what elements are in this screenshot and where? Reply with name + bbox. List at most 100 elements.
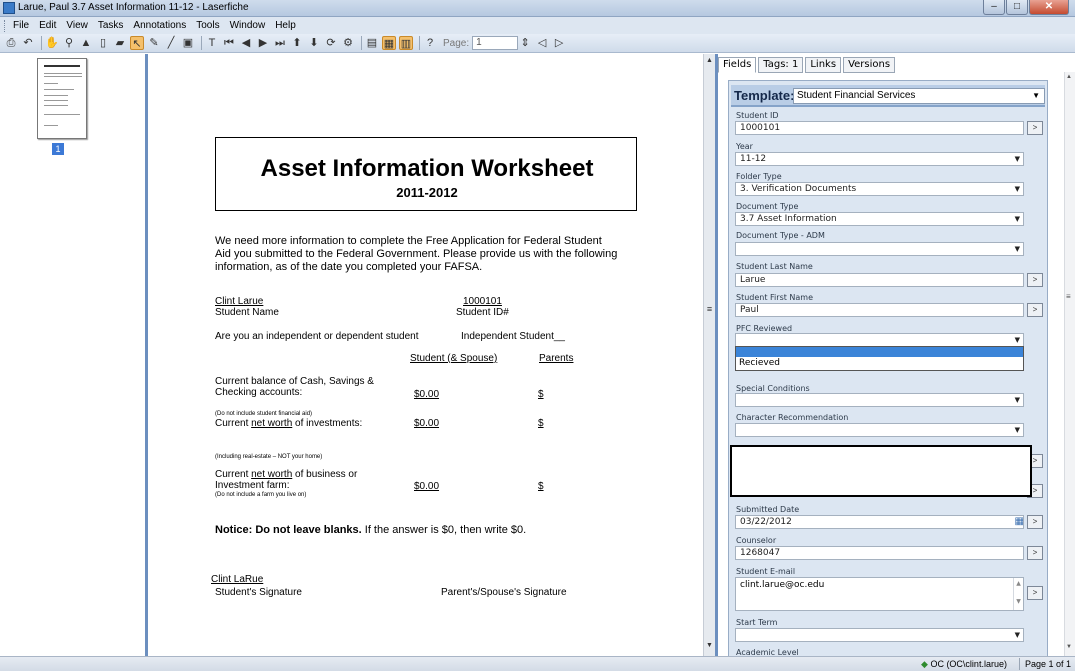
thumbnail-page-number: 1 (52, 143, 64, 155)
column-student: Student (& Spouse) (410, 353, 498, 364)
special-conditions-select[interactable]: ▼ (735, 393, 1024, 407)
start-term-select[interactable]: ▼ (735, 628, 1024, 642)
pfc-reviewed-select[interactable]: ▼ (735, 333, 1024, 347)
character-recommendation-select[interactable]: ▼ (735, 423, 1024, 437)
student-email-textarea[interactable]: clint.larue@oc.edu ▲ ▼ (735, 577, 1024, 611)
help-icon[interactable]: ? (423, 36, 437, 50)
template-header: Template: Student Financial Services ▼ (731, 85, 1045, 107)
tab-tags[interactable]: Tags: 1 (758, 57, 804, 73)
menu-grip (4, 19, 7, 32)
student-email-browse-button[interactable]: > (1027, 586, 1043, 600)
intro-line-2: Aid you submitted to the Federal Governm… (215, 248, 618, 260)
refresh-icon[interactable]: ⟳ (324, 36, 338, 50)
tab-versions[interactable]: Versions (843, 57, 896, 73)
text-tool-icon[interactable]: T (205, 36, 219, 50)
forward-icon[interactable]: ▷ (552, 36, 566, 50)
document-title-box: Asset Information Worksheet 2011-2012 (215, 137, 637, 211)
hand-tool-icon[interactable]: ✋ (45, 36, 59, 50)
dropdown-option-recieved[interactable]: Recieved (736, 357, 1023, 369)
row3-note: (Do not include a farm you live on) (215, 492, 307, 498)
dropdown-option-blank[interactable] (736, 347, 1023, 357)
scroll-up-icon[interactable]: ▲ (1066, 74, 1072, 80)
panel-scrollbar[interactable]: ▲ ≡ ▼ (1064, 72, 1075, 656)
maximize-button[interactable]: □ (1006, 0, 1028, 15)
document-year: 2011-2012 (396, 185, 458, 200)
scroll-down-icon[interactable]: ▼ (704, 642, 715, 653)
search-icon[interactable]: ⚙ (341, 36, 355, 50)
page-number-input[interactable]: 1 (472, 36, 519, 50)
scroll-up-icon[interactable]: ▲ (704, 57, 715, 68)
page-spinner-icon[interactable]: ⇕ (518, 36, 532, 50)
pen-icon[interactable]: ╱ (164, 36, 178, 50)
year-select[interactable]: 11-12 ▼ (735, 152, 1024, 166)
document-scrollbar[interactable]: ▲ ≡ ▼ (703, 54, 715, 656)
submitted-date-input[interactable]: 03/22/2012 ▦ (735, 515, 1024, 529)
move-down-icon[interactable]: ⬇ (307, 36, 321, 50)
view-split-icon[interactable]: ▥ (399, 36, 413, 50)
scroll-down-icon[interactable]: ▼ (1066, 644, 1072, 650)
document-type-adm-select[interactable]: ▼ (735, 242, 1024, 256)
last-page-icon[interactable]: ⏭ (273, 36, 287, 50)
first-page-icon[interactable]: ⏮ (222, 36, 236, 50)
tab-links[interactable]: Links (805, 57, 842, 73)
page-thumbnail[interactable] (37, 58, 87, 139)
select-tool-icon[interactable]: ↖ (130, 36, 144, 50)
last-name-browse-button[interactable]: > (1027, 273, 1043, 287)
folder-type-select[interactable]: 3. Verification Documents ▼ (735, 182, 1024, 196)
connection-icon: ◆ (921, 659, 928, 669)
next-page-icon[interactable]: ▶ (256, 36, 270, 50)
field-label-pfc-reviewed: PFC Reviewed (736, 324, 793, 333)
email-scrollbar[interactable]: ▲ ▼ (1013, 578, 1023, 610)
view-image-icon[interactable]: ▦ (382, 36, 396, 50)
first-name-browse-button[interactable]: > (1027, 303, 1043, 317)
menu-tools[interactable]: Tools (196, 20, 219, 31)
stamp-icon[interactable]: ▲ (79, 36, 93, 50)
scroll-grip-icon[interactable]: ≡ (1066, 292, 1071, 301)
menu-tasks[interactable]: Tasks (98, 20, 124, 31)
highlight-icon[interactable]: ✎ (147, 36, 161, 50)
counselor-input[interactable]: 1268047 (735, 546, 1024, 560)
submitted-date-browse-button[interactable]: > (1027, 515, 1043, 529)
close-button[interactable]: ✕ (1029, 0, 1069, 15)
prev-page-icon[interactable]: ◀ (239, 36, 253, 50)
menu-edit[interactable]: Edit (39, 20, 56, 31)
view-text-icon[interactable]: ▤ (365, 36, 379, 50)
row3-note-top: (Including real-estate – NOT your home) (215, 454, 323, 460)
student-id-value: 1000101 (463, 296, 502, 307)
move-up-icon[interactable]: ⬆ (290, 36, 304, 50)
student-id-browse-button[interactable]: > (1027, 121, 1043, 135)
tab-fields[interactable]: Fields (718, 57, 757, 73)
menu-annotations[interactable]: Annotations (133, 20, 186, 31)
zoom-tool-icon[interactable]: ⚲ (62, 36, 76, 50)
row2-note: (Do not include student financial aid) (215, 411, 313, 417)
field-label-document-type: Document Type (736, 202, 799, 211)
row3-label-a: Current net worth of business or (215, 469, 358, 480)
row1-label-a: Current balance of Cash, Savings & (215, 376, 374, 387)
undo-icon[interactable]: ↶ (21, 36, 35, 50)
menu-file[interactable]: File (13, 20, 29, 31)
scroll-grip-icon[interactable]: ≡ (704, 304, 715, 315)
counselor-browse-button[interactable]: > (1027, 546, 1043, 560)
redact-icon[interactable]: ▣ (181, 36, 195, 50)
menu-help[interactable]: Help (275, 20, 296, 31)
last-name-input[interactable]: Larue (735, 273, 1024, 287)
calendar-icon[interactable]: ▦ (1015, 516, 1024, 528)
menu-view[interactable]: View (66, 20, 88, 31)
minimize-button[interactable]: – (983, 0, 1005, 15)
toolbar: ⎙ ↶ ✋ ⚲ ▲ ▯ ▰ ↖ ✎ ╱ ▣ T ⏮ ◀ ▶ ⏭ ⬆ ⬇ ⟳ ⚙ … (0, 34, 1075, 53)
back-icon[interactable]: ◁ (535, 36, 549, 50)
first-name-input[interactable]: Paul (735, 303, 1024, 317)
template-label: Template: (734, 88, 795, 103)
student-name-value: Clint Larue (215, 296, 264, 307)
document-type-select[interactable]: 3.7 Asset Information ▼ (735, 212, 1024, 226)
student-id-input[interactable]: 1000101 (735, 121, 1024, 135)
sticky-note-icon[interactable]: ▰ (113, 36, 127, 50)
print-icon[interactable]: ⎙ (4, 36, 18, 50)
menu-window[interactable]: Window (230, 20, 266, 31)
status-bar: ◆ OC (OC\clint.larue) Page 1 of 1 (0, 656, 1075, 671)
field-label-first-name: Student First Name (736, 293, 814, 302)
row3-student-value: $0.00 (414, 481, 440, 492)
template-select[interactable]: Student Financial Services ▼ (793, 88, 1045, 104)
page-icon[interactable]: ▯ (96, 36, 110, 50)
column-parents: Parents (539, 353, 574, 364)
